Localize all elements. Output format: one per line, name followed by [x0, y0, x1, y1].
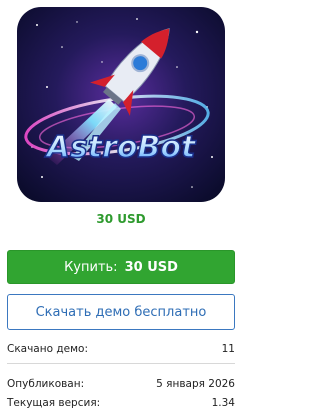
download-demo-button[interactable]: Скачать демо бесплатно [7, 294, 235, 330]
published-label: Опубликован: [7, 378, 85, 390]
product-logo[interactable]: AstroBot [17, 7, 225, 202]
published-row: Опубликован: 5 января 2026 [7, 378, 235, 390]
version-row: Текущая версия: 1.34 [7, 397, 235, 409]
buy-label: Купить: [64, 259, 118, 275]
downloads-row: Скачано демо: 11 [7, 343, 235, 364]
downloads-value: 11 [221, 343, 235, 355]
logo-text: AstroBot [45, 130, 197, 165]
buy-button[interactable]: Купить: 30 USD [7, 250, 235, 284]
buy-amount: 30 USD [124, 259, 178, 275]
product-card: AstroBot 30 USD Купить: 30 USD Скачать д… [0, 0, 242, 420]
published-value: 5 января 2026 [156, 378, 235, 390]
price-label: 30 USD [96, 212, 146, 226]
version-label: Текущая версия: [7, 397, 101, 409]
downloads-label: Скачано демо: [7, 343, 88, 355]
version-value: 1.34 [211, 397, 235, 409]
